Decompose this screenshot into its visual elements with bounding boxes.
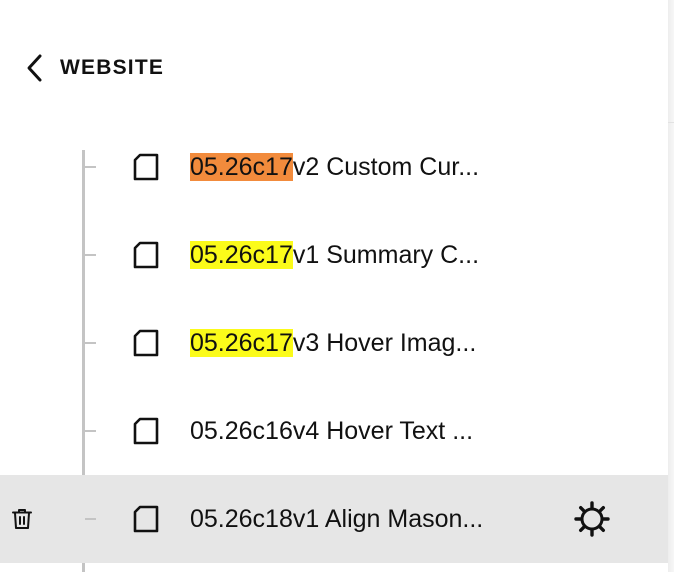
page-label-rest: v1 Summary C...: [292, 241, 480, 269]
chevron-left-icon: [27, 54, 42, 82]
page-label-rest: v3 Hover Imag...: [292, 329, 477, 357]
page-row[interactable]: 05.26c16v4 Hover Text ...: [0, 387, 668, 475]
page-icon: [133, 417, 159, 445]
page-icon: [133, 241, 159, 269]
page-row-selected[interactable]: 05.26c18v1 Align Mason...: [0, 475, 668, 563]
page-title: WEBSITE: [60, 56, 165, 79]
page-label: 05.26c18v1 Align Mason...: [190, 505, 484, 533]
back-to-website-button[interactable]: WEBSITE: [24, 50, 164, 86]
tree-branch: [85, 166, 96, 168]
page-list: 05.26c17v2 Custom Cur... 05.26c17v1 Summ…: [0, 123, 668, 563]
panel-edge-divider: [668, 122, 674, 123]
tree-branch: [85, 518, 96, 520]
page-row[interactable]: 05.26c17v3 Hover Imag...: [0, 299, 668, 387]
page-row[interactable]: 05.26c17v1 Summary C...: [0, 211, 668, 299]
scroll-clip: [120, 123, 180, 137]
page-row[interactable]: 05.26c17v2 Custom Cur...: [0, 123, 668, 211]
search-highlight: 05.26c17: [190, 153, 293, 181]
page-label: 05.26c17v3 Hover Imag...: [190, 328, 476, 358]
page-icon: [133, 153, 159, 181]
panel-edge: [668, 0, 674, 572]
page-label: 05.26c17v1 Summary C...: [190, 240, 479, 270]
search-highlight: 05.26c17: [190, 241, 293, 269]
page-icon: [133, 505, 159, 533]
tree-branch: [85, 342, 96, 344]
page-label: 05.26c17v2 Custom Cur...: [190, 152, 479, 182]
gear-icon[interactable]: [573, 500, 611, 538]
page-label: 05.26c16v4 Hover Text ...: [190, 417, 474, 445]
search-highlight: 05.26c17: [190, 329, 293, 357]
tree-branch: [85, 430, 96, 432]
trash-icon[interactable]: [10, 507, 34, 531]
page-label-rest: v2 Custom Cur...: [292, 153, 480, 181]
page-icon: [133, 329, 159, 357]
tree-branch: [85, 254, 96, 256]
